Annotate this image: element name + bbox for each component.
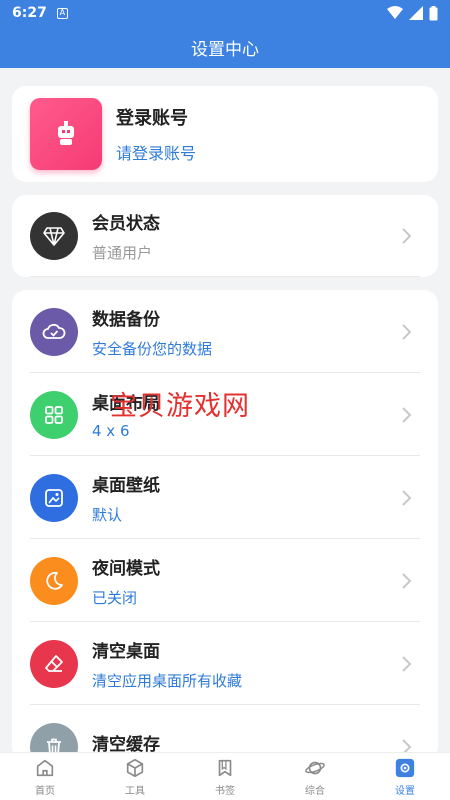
setting-subtitle: 安全备份您的数据 (92, 339, 213, 358)
notification-icon: A (56, 7, 68, 19)
chevron-right-icon (402, 228, 412, 244)
image-icon (30, 473, 78, 522)
chevron-right-icon (402, 323, 412, 340)
box-icon (126, 758, 144, 777)
chevron-right-icon (402, 406, 412, 423)
settings-icon (395, 758, 415, 777)
setting-subtitle: 默认 (92, 505, 123, 524)
chevron-right-icon (402, 489, 412, 506)
planet-icon (305, 761, 325, 774)
tab-label: 综合 (305, 785, 325, 797)
setting-title: 夜间模式 (92, 558, 160, 579)
member-card[interactable]: 会员状态 普通用户 (12, 195, 438, 277)
setting-title: 数据备份 (92, 309, 160, 330)
tab-tools[interactable]: 工具 (90, 753, 180, 800)
status-time: 6:27 (12, 5, 47, 21)
tab-label: 设置 (395, 785, 415, 797)
settings-list: 数据备份 安全备份您的数据 桌面布局 4 x 6 桌面壁纸 默认 夜间模式 已关… (12, 290, 438, 760)
member-title: 会员状态 (92, 214, 160, 234)
battery-icon (429, 5, 438, 20)
tab-label: 书签 (215, 785, 235, 797)
setting-subtitle: 4 x 6 (92, 422, 130, 440)
tab-settings[interactable]: 设置 (360, 753, 450, 800)
tab-home[interactable]: 首页 (0, 753, 90, 800)
login-link[interactable]: 请登录账号 (116, 140, 196, 164)
bookmark-icon (218, 759, 232, 776)
chevron-right-icon (402, 572, 412, 589)
tab-bookmarks[interactable]: 书签 (180, 753, 270, 800)
bottom-tab-bar: 首页 工具 书签 综合 设置 (0, 752, 450, 800)
watermark-text: 宝贝游戏网 (110, 391, 250, 422)
eraser-icon (30, 639, 78, 688)
tab-label: 工具 (125, 785, 145, 797)
member-row[interactable]: 会员状态 普通用户 (12, 195, 438, 277)
setting-row-night-mode[interactable]: 夜间模式 已关闭 (12, 539, 438, 622)
signal-icon (409, 6, 423, 20)
tab-general[interactable]: 综合 (270, 753, 360, 800)
moon-icon (30, 556, 78, 605)
setting-subtitle: 已关闭 (92, 588, 138, 607)
app-bar: 设置中心 (0, 26, 450, 68)
chevron-right-icon (402, 655, 412, 672)
setting-title: 桌面壁纸 (92, 475, 160, 496)
setting-title: 清空桌面 (92, 641, 160, 662)
grid-icon (30, 390, 78, 439)
robot-icon (58, 121, 74, 145)
setting-row-clear-desktop[interactable]: 清空桌面 清空应用桌面所有收藏 (12, 622, 438, 705)
wifi-icon (387, 6, 403, 19)
robot-avatar (30, 98, 102, 170)
tab-label: 首页 (35, 785, 55, 797)
page-title: 设置中心 (191, 39, 259, 60)
status-bar: 6:27 A (0, 0, 450, 26)
home-icon (36, 759, 54, 776)
setting-row-backup[interactable]: 数据备份 安全备份您的数据 (12, 290, 438, 373)
login-title: 登录账号 (116, 108, 188, 129)
login-card[interactable]: 登录账号 请登录账号 (12, 86, 438, 182)
diamond-icon (30, 212, 78, 260)
cloud-icon (30, 307, 78, 356)
setting-subtitle: 清空应用桌面所有收藏 (92, 671, 243, 690)
setting-row-wallpaper[interactable]: 桌面壁纸 默认 (12, 456, 438, 539)
member-status: 普通用户 (92, 244, 153, 262)
